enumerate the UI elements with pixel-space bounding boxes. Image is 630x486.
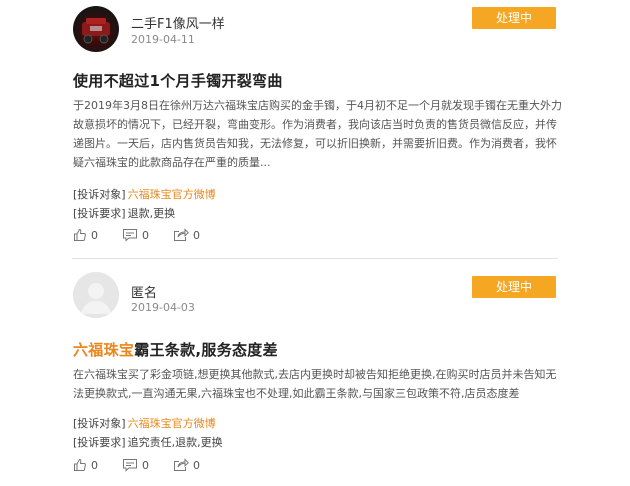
demand-value: 追究责任,退款,更换 [127,436,223,449]
comment-button[interactable]: 0 [122,228,149,242]
user-avatar[interactable] [73,6,119,52]
post-date: 2019-04-11 [131,33,195,46]
comment-count: 0 [142,228,149,242]
action-bar: 0 0 0 [73,458,224,472]
complaint-target: [投诉对象] 六福珠宝官方微博 [73,415,216,431]
target-link[interactable]: 六福珠宝官方微博 [128,417,216,430]
complaint-body[interactable]: 于2019年3月8日在徐州万达六福珠宝店购买的金手镯，于4月初不足一个月就发现手… [73,96,563,172]
complaint-card: 匿名 2019-04-03 处理中 六福珠宝霸王条款,服务态度差 在六福珠宝买了… [0,262,630,486]
thumbs-up-icon [74,458,86,471]
complaint-title[interactable]: 六福珠宝霸王条款,服务态度差 [73,339,278,360]
username[interactable]: 二手F1像风一样 [131,13,225,32]
share-button[interactable]: 0 [173,458,200,472]
like-count: 0 [91,228,98,242]
demand-label: [投诉要求] [73,436,126,449]
like-button[interactable]: 0 [73,458,98,472]
complaint-body[interactable]: 在六福珠宝买了彩金项链,想更换其他款式,去店内更换时却被告知拒绝更换,在购买时店… [73,365,563,403]
title-text: 霸王条款,服务态度差 [134,341,278,359]
complaint-title[interactable]: 使用不超过1个月手镯开裂弯曲 [73,70,283,91]
target-label: [投诉对象] [73,417,126,430]
complaint-demand: [投诉要求] 追究责任,退款,更换 [73,434,223,450]
complaint-target: [投诉对象] 六福珠宝官方微博 [73,186,216,202]
share-arrow-icon [174,458,189,471]
like-count: 0 [91,458,98,472]
action-bar: 0 0 0 [73,228,224,242]
car-engine-icon [82,18,110,44]
post-date: 2019-04-03 [131,301,195,314]
share-count: 0 [193,228,200,242]
comment-bubble-icon [123,229,137,242]
complaint-demand: [投诉要求] 退款,更换 [73,205,175,221]
comment-count: 0 [142,458,149,472]
status-badge: 处理中 [472,276,556,298]
share-arrow-icon [174,228,189,241]
anonymous-avatar[interactable] [73,272,119,318]
default-user-icon [73,272,119,318]
status-badge: 处理中 [472,7,556,29]
target-link[interactable]: 六福珠宝官方微博 [128,188,216,201]
like-button[interactable]: 0 [73,228,98,242]
title-highlight: 六福珠宝 [73,341,135,359]
card-divider [72,258,558,259]
target-label: [投诉对象] [73,188,126,201]
title-text: 使用不超过1个月手镯开裂弯曲 [73,72,283,90]
comment-bubble-icon [123,459,137,472]
demand-value: 退款,更换 [127,207,176,220]
comment-button[interactable]: 0 [122,458,149,472]
share-button[interactable]: 0 [173,228,200,242]
thumbs-up-icon [74,228,86,241]
demand-label: [投诉要求] [73,207,126,220]
username[interactable]: 匿名 [131,282,157,301]
share-count: 0 [193,458,200,472]
complaint-card: 二手F1像风一样 2019-04-11 处理中 使用不超过1个月手镯开裂弯曲 于… [0,0,630,258]
